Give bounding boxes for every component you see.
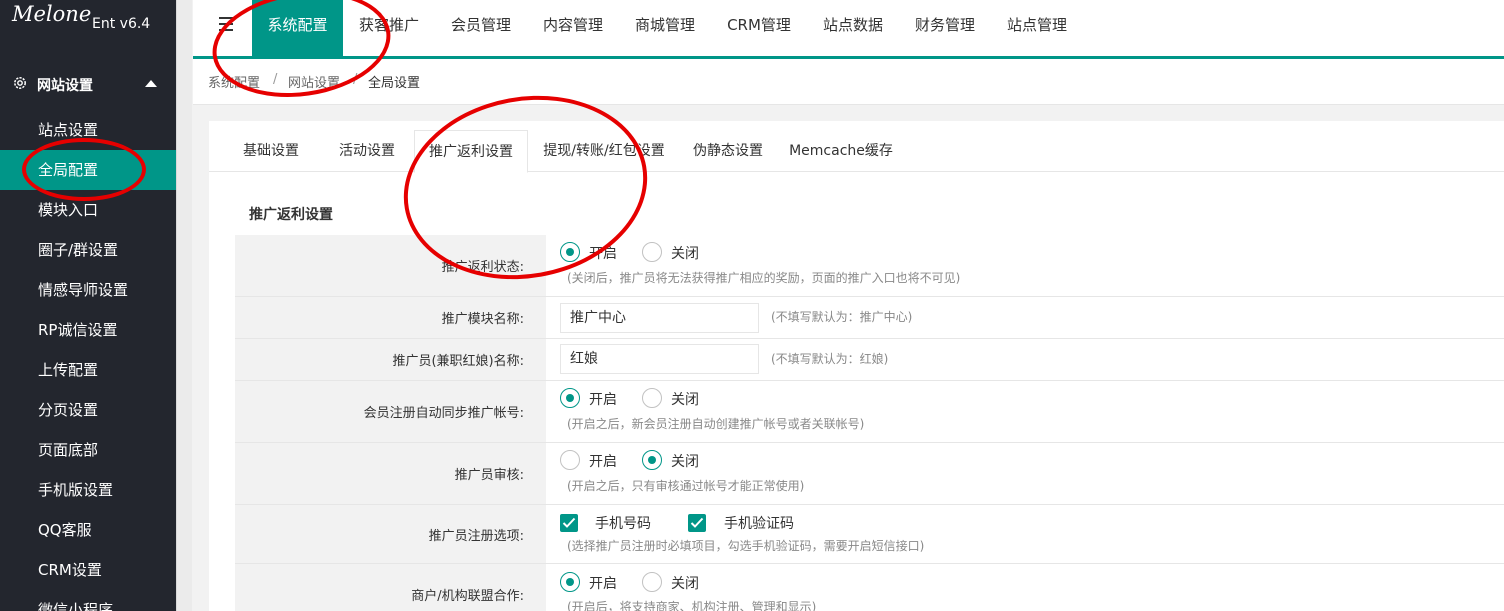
auto-sync-label: 会员注册自动同步推广帐号: <box>235 381 546 442</box>
rebate-status-on-label[interactable]: 开启 <box>589 243 617 263</box>
nav-customer-promo[interactable]: 获客推广 <box>343 0 435 56</box>
form-row-rebate-status: 推广返利状态: <box>235 235 1504 297</box>
nav-shop-mgmt[interactable]: 商城管理 <box>619 0 711 56</box>
promoter-name-hint: (不填写默认为：红娘) <box>771 352 889 366</box>
auto-sync-off-radio[interactable] <box>642 388 662 408</box>
auto-sync-hint: (开启之后，新会员注册自动创建推广帐号或者关联帐号) <box>567 417 865 431</box>
nav-member-mgmt[interactable]: 会员管理 <box>435 0 527 56</box>
sidebar: Melone Ent v6.4 网站设置 站点设置 全局配置 模块入口 圈子/群… <box>0 0 176 611</box>
merchant-alliance-on-radio[interactable] <box>560 572 580 592</box>
sidebar-scrollbar[interactable] <box>176 0 192 611</box>
sidebar-item-miniprogram[interactable]: 微信小程序 <box>0 590 176 611</box>
promoter-review-hint: (开启之后，只有审核通过帐号才能正常使用) <box>567 479 805 493</box>
settings-tabs: 基础设置 活动设置 推广返利设置 提现/转账/红包设置 伪静态设置 Memcac… <box>209 130 1504 173</box>
checkmark-icon <box>690 517 704 528</box>
promoter-review-on-label[interactable]: 开启 <box>589 451 617 471</box>
breadcrumb-item-website-settings[interactable]: 网站设置 <box>288 72 340 91</box>
sidebar-item-pagination[interactable]: 分页设置 <box>0 390 176 430</box>
tab-basic-settings[interactable]: 基础设置 <box>228 130 314 172</box>
logo[interactable]: Melone Ent v6.4 <box>0 0 176 50</box>
module-name-label: 推广模块名称: <box>235 297 546 338</box>
breadcrumb-item-global-settings: 全局设置 <box>368 76 421 91</box>
sidebar-item-qq-service[interactable]: QQ客服 <box>0 510 176 550</box>
promoter-review-on-radio[interactable] <box>560 450 580 470</box>
tab-promo-rebate[interactable]: 推广返利设置 <box>414 130 528 173</box>
section-title: 推广返利设置 <box>249 207 333 223</box>
register-options-hint: (选择推广员注册时必填项目，勾选手机验证码，需要开启短信接口) <box>567 539 925 553</box>
tab-withdraw-transfer[interactable]: 提现/转账/红包设置 <box>534 130 674 172</box>
sidebar-item-global-config[interactable]: 全局配置 <box>0 150 176 190</box>
breadcrumb-separator: / <box>273 72 278 87</box>
gear-icon <box>14 77 26 89</box>
merchant-alliance-on-label[interactable]: 开启 <box>589 573 617 593</box>
nav-site-mgmt[interactable]: 站点管理 <box>991 0 1083 56</box>
sidebar-group-label: 网站设置 <box>37 78 93 94</box>
merchant-alliance-hint: (开启后，将支持商家、机构注册、管理和显示) <box>567 600 817 611</box>
module-name-input[interactable]: 推广中心 <box>560 303 759 333</box>
auto-sync-off-label[interactable]: 关闭 <box>671 389 699 409</box>
tab-activity-settings[interactable]: 活动设置 <box>324 130 410 172</box>
nav-finance-mgmt[interactable]: 财务管理 <box>899 0 991 56</box>
tab-pseudo-static[interactable]: 伪静态设置 <box>680 130 776 172</box>
register-options-label: 推广员注册选项: <box>235 505 546 563</box>
sidebar-item-module-entry[interactable]: 模块入口 <box>0 190 176 230</box>
promoter-review-label: 推广员审核: <box>235 443 546 504</box>
nav-content-mgmt[interactable]: 内容管理 <box>527 0 619 56</box>
sidebar-group-website-settings[interactable]: 网站设置 <box>0 64 176 104</box>
nav-site-data[interactable]: 站点数据 <box>807 0 899 56</box>
sidebar-item-site-settings[interactable]: 站点设置 <box>0 110 176 150</box>
rebate-status-label: 推广返利状态: <box>235 235 546 296</box>
auto-sync-on-label[interactable]: 开启 <box>589 389 617 409</box>
caret-up-icon[interactable] <box>145 80 157 87</box>
sidebar-item-rp-credit[interactable]: RP诚信设置 <box>0 310 176 350</box>
promoter-review-off-radio[interactable] <box>642 450 662 470</box>
sidebar-item-footer[interactable]: 页面底部 <box>0 430 176 470</box>
menu-toggle-icon[interactable] <box>219 17 233 31</box>
breadcrumb: 系统配置 / 网站设置 / 全局设置 <box>193 59 1504 105</box>
register-code-checkbox[interactable] <box>688 514 706 532</box>
sidebar-item-circle-group[interactable]: 圈子/群设置 <box>0 230 176 270</box>
merchant-alliance-label: 商户/机构联盟合作: <box>235 564 546 611</box>
promoter-review-off-label[interactable]: 关闭 <box>671 451 699 471</box>
module-name-hint: (不填写默认为：推广中心) <box>771 310 913 324</box>
register-phone-label[interactable]: 手机号码 <box>595 513 651 533</box>
form-row-register-options: 推广员注册选项: <box>235 505 1504 564</box>
sidebar-item-mobile[interactable]: 手机版设置 <box>0 470 176 510</box>
auto-sync-on-radio[interactable] <box>560 388 580 408</box>
promoter-name-input[interactable]: 红娘 <box>560 344 759 374</box>
rebate-status-off-label[interactable]: 关闭 <box>671 243 699 263</box>
nav-system-config[interactable]: 系统配置 <box>252 0 343 56</box>
logo-version: Ent v6.4 <box>92 16 151 32</box>
nav-crm-mgmt[interactable]: CRM管理 <box>711 0 807 56</box>
form-row-promoter-review: 推广员审核: <box>235 443 1504 505</box>
promoter-name-label: 推广员(兼职红娘)名称: <box>235 339 546 380</box>
form-row-merchant-alliance: 商户/机构联盟合作: <box>235 564 1504 611</box>
merchant-alliance-off-label[interactable]: 关闭 <box>671 573 699 593</box>
sidebar-item-mentor[interactable]: 情感导师设置 <box>0 270 176 310</box>
tab-memcache[interactable]: Memcache缓存 <box>784 130 898 172</box>
register-code-label[interactable]: 手机验证码 <box>724 513 794 533</box>
rebate-status-on-radio[interactable] <box>560 242 580 262</box>
breadcrumb-item-system-config[interactable]: 系统配置 <box>208 72 260 91</box>
register-phone-checkbox[interactable] <box>560 514 578 532</box>
breadcrumb-separator: / <box>353 72 358 87</box>
sidebar-item-upload[interactable]: 上传配置 <box>0 350 176 390</box>
checkmark-icon <box>562 517 576 528</box>
merchant-alliance-off-radio[interactable] <box>642 572 662 592</box>
rebate-status-hint: (关闭后，推广员将无法获得推广相应的奖励，页面的推广入口也将不可见) <box>567 271 961 285</box>
top-nav: 系统配置 获客推广 会员管理 内容管理 商城管理 CRM管理 站点数据 财务管理… <box>193 0 1504 59</box>
rebate-status-off-radio[interactable] <box>642 242 662 262</box>
sidebar-item-crm[interactable]: CRM设置 <box>0 550 176 590</box>
form-row-auto-sync: 会员注册自动同步推广帐号: <box>235 381 1504 443</box>
logo-script: Melone <box>12 2 92 26</box>
